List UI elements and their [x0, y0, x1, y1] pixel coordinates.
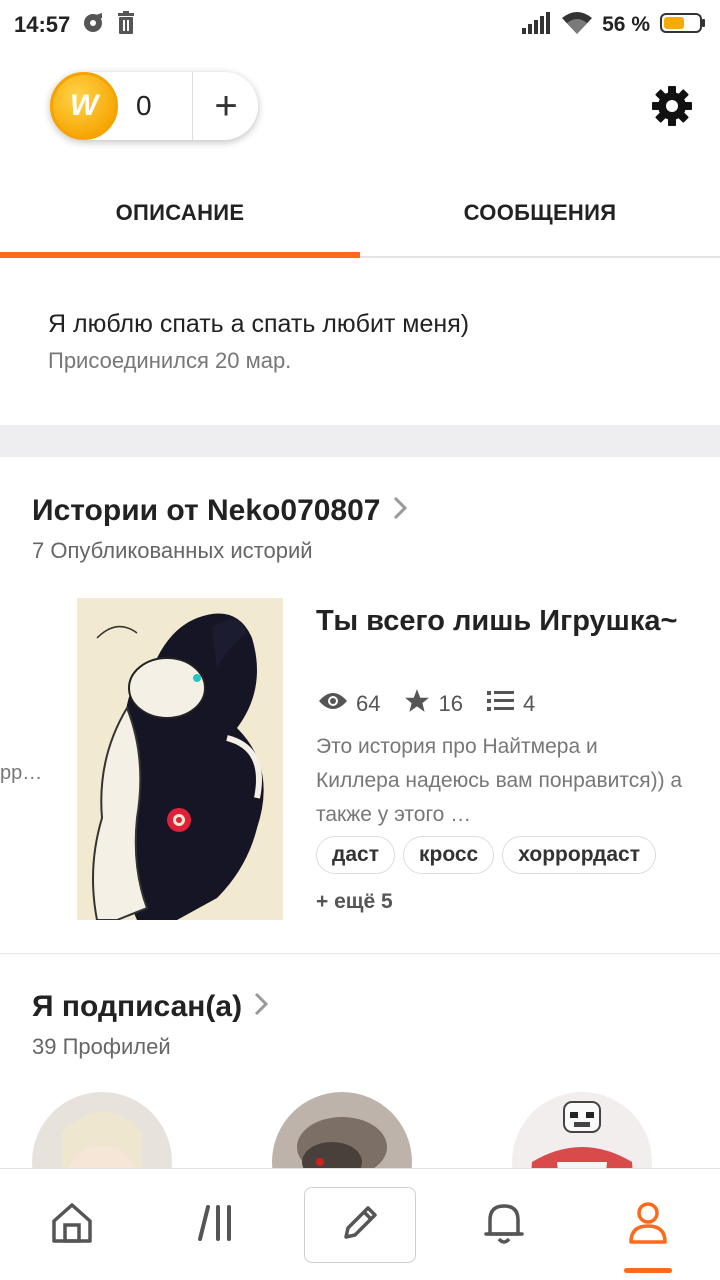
- profile-tabs: ОПИСАНИЕ СООБЩЕНИЯ: [0, 170, 720, 258]
- profile-icon: [626, 1200, 670, 1251]
- coin-icon: W: [50, 72, 118, 140]
- votes-count: 16: [438, 691, 463, 716]
- story-tags: даст кросс хоррордаст: [316, 836, 656, 874]
- bottom-navigation: [0, 1168, 720, 1280]
- tab-messages[interactable]: СООБЩЕНИЯ: [360, 170, 720, 256]
- more-tags-link[interactable]: + ещё 5: [316, 890, 393, 914]
- tag-chip[interactable]: кросс: [402, 836, 495, 874]
- about-section: Я люблю спать а спать любит меня) Присое…: [0, 260, 720, 425]
- views-count: 64: [356, 691, 381, 716]
- coin-divider: [192, 72, 193, 140]
- active-tab-indicator: [624, 1268, 672, 1273]
- story-cover-image[interactable]: [77, 598, 283, 920]
- profile-header: W 0 +: [0, 60, 720, 150]
- nav-home[interactable]: [0, 1169, 144, 1280]
- write-icon: [338, 1201, 382, 1250]
- nav-write[interactable]: [288, 1169, 432, 1280]
- stories-count: 7 Опубликованных историй: [32, 538, 313, 563]
- votes-stat: 16: [404, 688, 463, 720]
- settings-gear-icon[interactable]: [648, 82, 696, 130]
- story-description: Это история про Найтмера и Киллера надею…: [316, 735, 683, 826]
- section-divider: [0, 953, 720, 954]
- chevron-right-icon: [254, 992, 269, 1023]
- stories-title: Истории от Neko070807: [32, 494, 381, 527]
- joined-date: Присоединился 20 мар.: [48, 348, 292, 373]
- following-header[interactable]: Я подписан(а): [32, 990, 269, 1024]
- chevron-right-icon: [393, 496, 407, 527]
- following-count: 39 Профилей: [32, 1034, 171, 1059]
- tag-chip[interactable]: даст: [316, 836, 395, 874]
- battery-percent: 56 %: [602, 13, 650, 36]
- coin-balance[interactable]: W 0 +: [50, 72, 258, 140]
- nav-library[interactable]: [144, 1169, 288, 1280]
- trash-icon: [116, 10, 136, 40]
- section-separator: [0, 425, 720, 457]
- star-icon: [404, 688, 438, 720]
- signal-icon: [522, 11, 552, 39]
- following-title: Я подписан(а): [32, 990, 243, 1023]
- views-stat: 64: [318, 691, 380, 717]
- home-icon: [50, 1201, 94, 1250]
- parts-count: 4: [522, 691, 536, 716]
- nav-profile[interactable]: [576, 1169, 720, 1280]
- status-time: 14:57: [14, 12, 71, 37]
- music-note-icon: [82, 12, 104, 39]
- status-bar: 14:57 56 %: [0, 0, 720, 50]
- wifi-icon: [562, 11, 593, 39]
- tag-chip[interactable]: хоррордаст: [502, 836, 656, 874]
- parts-stat: 4: [486, 690, 536, 718]
- coin-count: 0: [136, 90, 152, 121]
- stories-header[interactable]: Истории от Neko070807: [32, 494, 407, 528]
- add-coins-button[interactable]: +: [200, 80, 252, 132]
- tab-description[interactable]: ОПИСАНИЕ: [0, 170, 360, 258]
- list-icon: [486, 690, 523, 718]
- previous-story-peek[interactable]: рр…: [0, 762, 42, 785]
- battery-icon: [660, 12, 706, 39]
- bio-text: Я люблю спать а спать любит меня): [48, 310, 470, 338]
- eye-icon: [318, 691, 356, 717]
- story-title[interactable]: Ты всего лишь Игрушка~: [316, 602, 696, 641]
- notifications-icon: [482, 1200, 526, 1251]
- nav-notifications[interactable]: [432, 1169, 576, 1280]
- library-icon: [196, 1203, 236, 1248]
- story-stats: 64 16 4: [318, 688, 559, 720]
